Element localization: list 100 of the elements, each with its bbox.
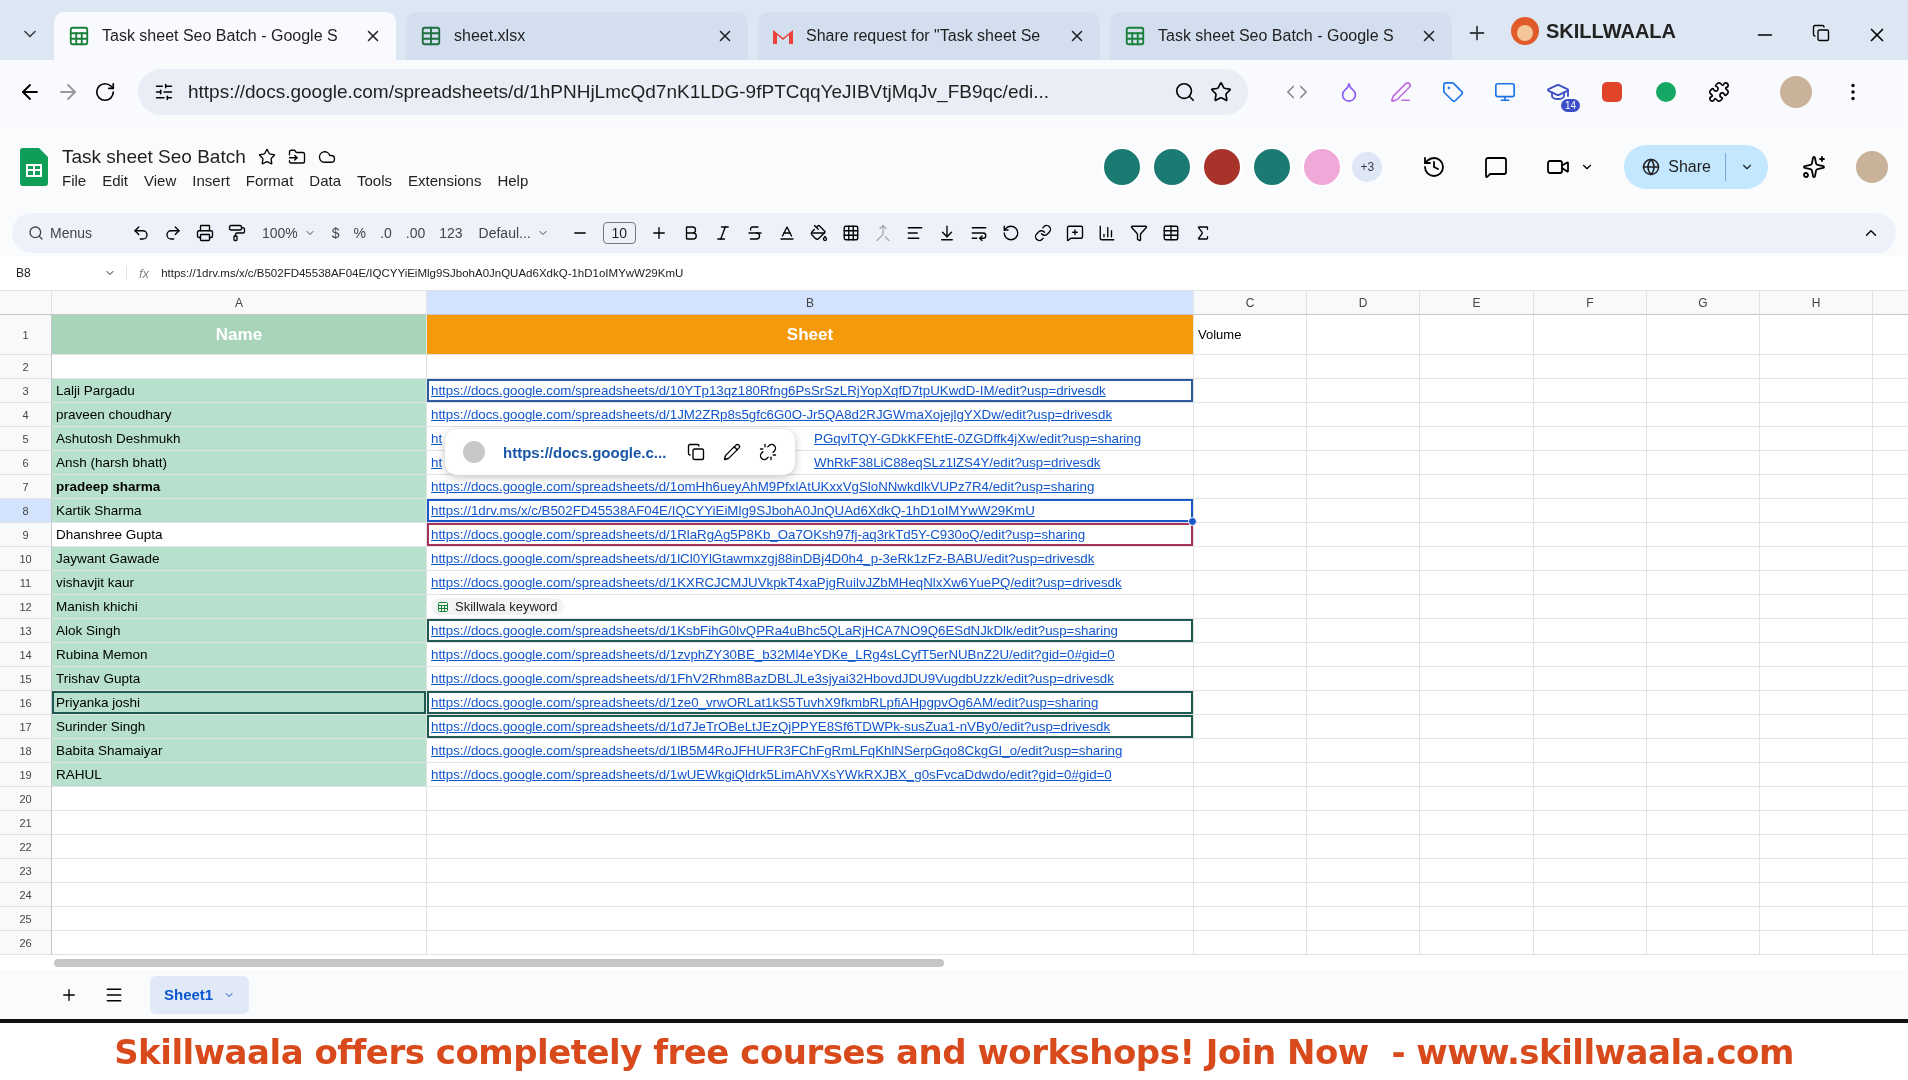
row-number[interactable]: 17 <box>0 715 52 739</box>
link[interactable]: ht <box>431 431 443 446</box>
menu-item[interactable]: View <box>144 171 177 189</box>
browser-tab[interactable]: Share request for "Task sheet Se <box>758 12 1100 60</box>
link[interactable]: https://docs.google.com/spreadsheets/d/1RlaRgAg5P8Kb_Oa7OKsh97fj-aq3rkTd5Y-C930oQ/edit?usp=sharing <box>431 527 1086 542</box>
browser-tab[interactable]: Task sheet Seo Batch - Google S <box>54 12 396 60</box>
zoom-icon[interactable] <box>1174 81 1196 103</box>
column-header[interactable]: E <box>1420 291 1534 315</box>
row-number[interactable]: 3 <box>0 379 52 403</box>
row-number[interactable]: 14 <box>0 643 52 667</box>
zoom-dropdown[interactable]: 100% <box>260 223 318 243</box>
menu-item[interactable]: Tools <box>357 171 393 189</box>
name-cell[interactable]: Rubina Memon <box>52 643 427 667</box>
row-number[interactable]: 12 <box>0 595 52 619</box>
link[interactable]: https://docs.google.com/spreadsheets/d/1JM2ZRp8s5gfc6G0O-Jr5QA8d2RJGWmaXojejlgYXDw/edit?usp=drivesdk <box>431 407 1113 422</box>
row-number[interactable]: 15 <box>0 667 52 691</box>
name-cell[interactable]: Ashutosh Deshmukh <box>52 427 427 451</box>
column-header[interactable]: G <box>1647 291 1760 315</box>
link-cell[interactable]: https://docs.google.com/spreadsheets/d/1FhV2Rhm8BazDBLJLe3sjyai32HbovdJDU9VugdbUzzk/edit?usp=drivesdk <box>427 667 1194 691</box>
row-number[interactable]: 10 <box>0 547 52 571</box>
row-number[interactable]: 4 <box>0 403 52 427</box>
table-icon[interactable] <box>1162 224 1181 242</box>
fill-color-icon[interactable] <box>810 224 829 242</box>
column-header[interactable] <box>1873 291 1908 315</box>
link-cell[interactable]: https://1drv.ms/x/c/B502FD45538AF04E/IQCYYiEiMlg9SJbohA0JnQUAd6XdkQ-1hD1oIMYwW29KmU <box>427 499 1194 523</box>
site-settings-icon[interactable] <box>154 82 174 102</box>
menu-search-field[interactable]: Menus <box>28 225 118 241</box>
paint-format-icon[interactable] <box>228 224 246 242</box>
filter-icon[interactable] <box>1130 224 1149 242</box>
share-button[interactable]: Share <box>1624 145 1768 189</box>
collaborator-avatar[interactable] <box>1152 147 1193 187</box>
name-cell[interactable]: praveen choudhary <box>52 403 427 427</box>
link-cell[interactable]: https://docs.google.com/spreadsheets/d/1KXRCJCMJUVkpkT4xaPjgRuilvJZbMHeqNlxXw6YuePQ/edit?usp=drivesdk <box>427 571 1194 595</box>
increase-decimals-button[interactable]: .00 <box>405 225 426 241</box>
column-header[interactable]: F <box>1534 291 1647 315</box>
menu-item[interactable]: Help <box>497 171 529 189</box>
edit-icon[interactable] <box>723 443 741 461</box>
profile-avatar[interactable] <box>1780 76 1812 108</box>
row-number[interactable]: 13 <box>0 619 52 643</box>
link[interactable]: PGqvlTQY-GDkKFEhtE-0ZGDffk4jXw/edit?usp=sharing <box>814 431 1142 446</box>
sheet-tab[interactable]: Sheet1 <box>150 975 250 1014</box>
text-rotation-icon[interactable] <box>1002 224 1021 242</box>
link-cell[interactable]: https://docs.google.com/spreadsheets/d/1wUEWkgiQldrk5LimAhVXsYWkRXJBX_g0sFvcaDdwdo/edit?gid=0#gid=0 <box>427 763 1194 787</box>
collaborator-avatar[interactable] <box>1202 147 1243 187</box>
profile-avatar[interactable] <box>1856 151 1888 183</box>
column-header[interactable]: B <box>427 291 1194 315</box>
column-header[interactable]: A <box>52 291 427 315</box>
row-number[interactable]: 19 <box>0 763 52 787</box>
link[interactable]: ht <box>431 455 443 470</box>
row-number[interactable]: 24 <box>0 883 52 907</box>
row-number[interactable]: 20 <box>0 787 52 811</box>
formula-field[interactable]: https://1drv.ms/x/c/B502FD45538AF04E/IQCYYiEiMlg9SJbohA0JnQUAd6XdkQ-1hD1oIMYwW29KmU <box>161 267 684 279</box>
text-cell[interactable]: Volume <box>1194 315 1307 355</box>
name-cell[interactable]: Dhanshree Gupta <box>52 523 427 547</box>
link[interactable]: https://docs.google.com/spreadsheets/d/1lCl0YlGtawmxzgj88inDBj4D0h4_p-3eRk1zFz-BABU/edit?usp=drivesdk <box>431 551 1095 566</box>
name-cell[interactable]: vishavjit kaur <box>52 571 427 595</box>
pen-icon[interactable] <box>1390 81 1412 103</box>
row-number[interactable]: 22 <box>0 835 52 859</box>
row-number[interactable]: 9 <box>0 523 52 547</box>
name-cell[interactable]: Manish khichi <box>52 595 427 619</box>
align-icon[interactable] <box>906 224 925 242</box>
link-cell[interactable]: https://docs.google.com/spreadsheets/d/1omHh6ueyAhM9PfxlAtUKxxVgSloNNwkdlkVUPz7R4/edit?usp=sharing <box>427 475 1194 499</box>
name-cell[interactable]: Priyanka joshi <box>52 691 427 715</box>
menu-item[interactable]: Insert <box>192 171 230 189</box>
merge-cells-icon[interactable] <box>874 224 893 242</box>
font-size-field[interactable]: 10 <box>602 222 637 244</box>
font-dropdown[interactable]: Defaul... <box>476 223 557 243</box>
menu-item[interactable]: Format <box>245 171 294 189</box>
document-title[interactable]: Task sheet Seo Batch <box>62 145 246 168</box>
extension-circle-logo-icon[interactable] <box>1654 80 1678 104</box>
row-number[interactable]: 1 <box>0 315 52 355</box>
cell-reference-field[interactable]: B8 <box>0 266 127 280</box>
link[interactable]: https://docs.google.com/spreadsheets/d/1lB5M4RoJFHUFR3FChFgRmLFqKhlNSerpGqo8CkgGI_o/edit?usp=sharing <box>431 743 1123 758</box>
menu-item[interactable]: Edit <box>102 171 129 189</box>
column-header[interactable]: H <box>1760 291 1873 315</box>
collaborator-avatar[interactable] <box>1102 147 1143 187</box>
extension-square-logo-icon[interactable] <box>1600 80 1624 104</box>
reload-icon[interactable] <box>94 81 116 103</box>
link[interactable]: https://docs.google.com/spreadsheets/d/10YTp13qz180Rfng6PsSrSzLRjYopXqfD7tpUKwdD-IM/edit?usp=drivesdk <box>431 383 1106 398</box>
strikethrough-icon[interactable] <box>746 224 765 242</box>
link[interactable]: https://docs.google.com/spreadsheets/d/1KXRCJCMJUVkpkT4xaPjgRuilvJZbMHeqNlxXw6YuePQ/edit?usp=drivesdk <box>431 575 1122 590</box>
extensions-icon[interactable] <box>1708 81 1730 103</box>
more-collaborators-count[interactable]: +3 <box>1352 152 1383 182</box>
link[interactable]: https://1drv.ms/x/c/B502FD45538AF04E/IQCYYiEiMlg9SJbohA0JnQUAd6XdkQ-1hD1oIMYwW29KmU <box>431 503 1035 518</box>
history-icon[interactable] <box>1422 155 1447 179</box>
sheets-logo-icon[interactable] <box>20 148 48 186</box>
borders-icon[interactable] <box>842 224 861 242</box>
link-cell[interactable]: https://docs.google.com/spreadsheets/d/1lB5M4RoJFHUFR3FChFgRmLFqKhlNSerpGqo8CkgGI_o/edit?usp=sharing <box>427 739 1194 763</box>
name-cell[interactable]: Alok Singh <box>52 619 427 643</box>
print-icon[interactable] <box>196 224 214 242</box>
link-cell[interactable]: https://docs.google.com/spreadsheets/d/1ze0_vrwORLat1kS5TuvhX9fkmbRLpfiAHpgpvOg6AM/edit?usp=sharing <box>427 691 1194 715</box>
name-cell[interactable]: Lalji Pargadu <box>52 379 427 403</box>
row-number[interactable]: 7 <box>0 475 52 499</box>
browser-tab[interactable]: sheet.xlsx <box>406 12 748 60</box>
row-number[interactable]: 25 <box>0 907 52 931</box>
name-cell[interactable]: Trishav Gupta <box>52 667 427 691</box>
chart-icon[interactable] <box>1098 224 1117 242</box>
screen-icon[interactable] <box>1494 81 1516 103</box>
row-number[interactable]: 18 <box>0 739 52 763</box>
column-header[interactable]: C <box>1194 291 1307 315</box>
